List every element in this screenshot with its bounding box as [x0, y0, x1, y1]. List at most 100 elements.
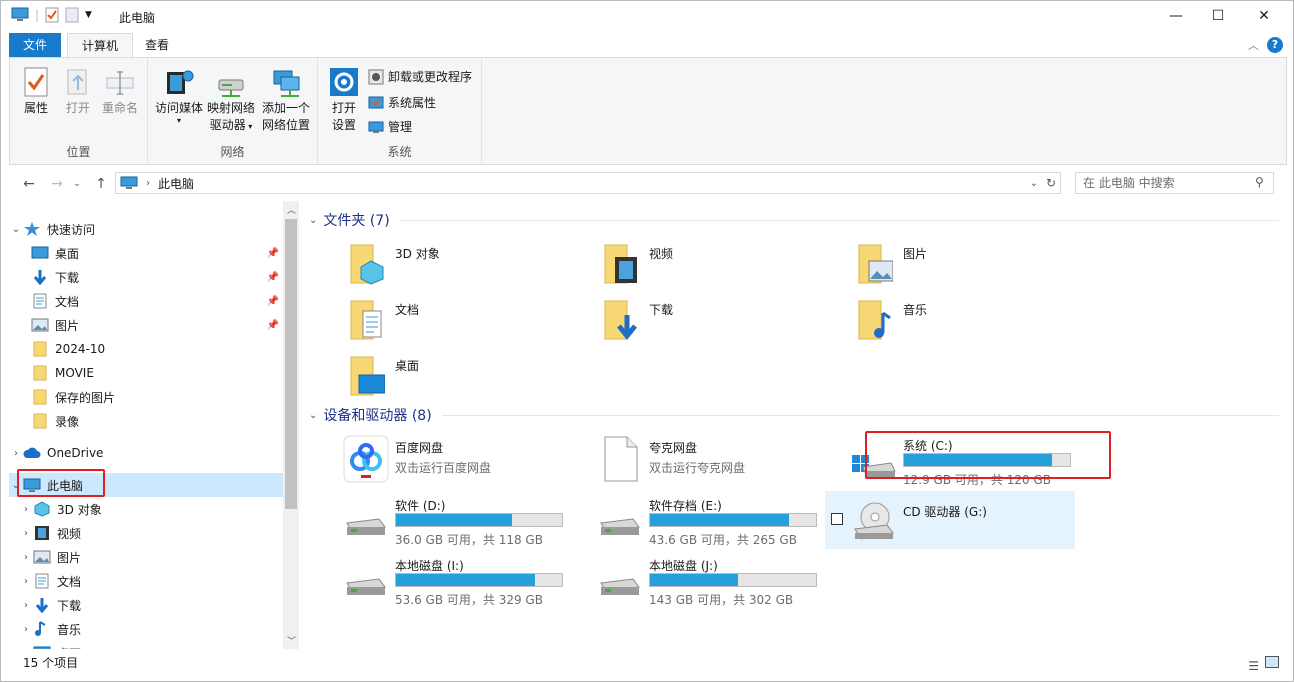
status-bar: 15 个项目 ☰ — [9, 653, 1287, 675]
search-input[interactable]: 在 此电脑 中搜索 — [1075, 172, 1274, 194]
folder-documents[interactable]: 文档 — [349, 295, 589, 345]
chevron-right-icon[interactable]: › — [19, 576, 33, 587]
forward-button[interactable]: → — [47, 174, 67, 194]
drive-e[interactable]: 软件存档 (E:) 43.6 GB 可用，共 265 GB — [597, 491, 847, 547]
app-quark-netdisk[interactable]: 夸克网盘 双击运行夸克网盘 — [597, 433, 847, 489]
nav-item-folder-2024-10[interactable]: 2024-10 — [9, 337, 283, 361]
folder-videos[interactable]: 视频 — [603, 239, 843, 289]
chevron-right-icon[interactable]: › — [9, 448, 23, 459]
drive-d[interactable]: 软件 (D:) 36.0 GB 可用，共 118 GB — [343, 491, 593, 547]
map-network-drive-button[interactable]: 映射网络 驱动器 ▾ — [206, 66, 256, 135]
nav-onedrive[interactable]: › OneDrive — [9, 441, 283, 465]
folder-desktop[interactable]: 桌面 — [349, 351, 589, 401]
drive-i[interactable]: 本地磁盘 (I:) 53.6 GB 可用，共 329 GB — [343, 551, 593, 607]
pin-icon[interactable]: 📌 — [267, 248, 279, 259]
folder-documents-icon — [350, 300, 382, 340]
media-icon — [167, 70, 194, 94]
scrollbar-thumb[interactable] — [285, 219, 297, 509]
drive-g-cd[interactable]: CD 驱动器 (G:) — [825, 491, 1075, 549]
section-divider — [441, 414, 1279, 416]
drive-i-usage-fill — [396, 574, 536, 586]
ribbon-tabs: 文件 计算机 查看 ︿ ? — [1, 31, 1293, 58]
pin-icon[interactable]: 📌 — [267, 272, 279, 283]
navigation-scrollbar[interactable]: ︿ ﹀ — [283, 201, 299, 649]
nav-pc-videos[interactable]: › 视频 — [9, 521, 283, 545]
highlight-box-this-pc — [17, 469, 105, 497]
nav-item-desktop[interactable]: 桌面 📌 — [9, 241, 283, 265]
properties-qat-icon[interactable] — [45, 7, 59, 23]
scroll-down-icon[interactable]: ﹀ — [287, 634, 296, 647]
open-button[interactable]: 打开 — [60, 66, 96, 117]
recent-locations-icon[interactable]: ⌄ — [67, 174, 87, 194]
chevron-right-icon[interactable]: › — [19, 504, 33, 515]
chevron-right-icon[interactable]: › — [19, 528, 33, 539]
section-header-devices[interactable]: ⌄ 设备和驱动器 (8) — [309, 404, 1279, 426]
chevron-down-icon[interactable]: ⌄ — [309, 215, 317, 226]
help-icon[interactable]: ? — [1267, 37, 1283, 53]
address-bar[interactable]: › 此电脑 ⌄ ↻ — [115, 172, 1061, 194]
search-icon[interactable]: ⚲ — [1255, 175, 1264, 189]
scroll-up-icon[interactable]: ︿ — [287, 203, 296, 216]
minimize-button[interactable]: — — [1153, 1, 1199, 31]
chevron-right-icon[interactable]: › — [19, 624, 33, 635]
settings-gear-icon — [330, 68, 358, 96]
details-view-icon[interactable]: ☰ — [1248, 656, 1259, 676]
chevron-right-icon[interactable]: › — [19, 648, 33, 650]
window-title: 此电脑 — [119, 11, 156, 25]
section-header-folders[interactable]: ⌄ 文件夹 (7) — [309, 209, 1279, 231]
system-properties-button[interactable]: 系统属性 — [368, 94, 436, 111]
close-button[interactable]: ✕ — [1241, 1, 1287, 31]
chevron-down-icon[interactable]: ⌄ — [309, 410, 317, 421]
folder-3d-objects[interactable]: 3D 对象 — [349, 239, 589, 289]
nav-pc-music[interactable]: › 音乐 — [9, 617, 283, 641]
rename-button[interactable]: 重命名 — [98, 66, 142, 117]
nav-quick-access[interactable]: ⌄ 快速访问 — [9, 217, 283, 241]
chevron-right-icon[interactable]: › — [19, 552, 33, 563]
open-settings-button[interactable]: 打开 设置 — [326, 66, 362, 134]
address-dropdown-icon[interactable]: ⌄ — [1030, 178, 1038, 189]
nav-item-pictures[interactable]: 图片 📌 — [9, 313, 283, 337]
breadcrumb-this-pc[interactable]: 此电脑 — [158, 175, 194, 192]
folder-pictures[interactable]: 图片 — [857, 239, 1097, 289]
folder-downloads[interactable]: 下载 — [603, 295, 843, 345]
up-button[interactable]: ↑ — [91, 174, 111, 194]
pin-icon[interactable]: 📌 — [267, 296, 279, 307]
nav-pc-downloads[interactable]: › 下载 — [9, 593, 283, 617]
nav-item-documents[interactable]: 文档 📌 — [9, 289, 283, 313]
properties-button[interactable]: 属性 — [18, 66, 54, 117]
folder-icon — [33, 389, 47, 405]
pin-icon[interactable]: 📌 — [267, 320, 279, 331]
document-icon — [35, 573, 49, 589]
tab-computer[interactable]: 计算机 — [67, 33, 134, 58]
selection-checkbox[interactable] — [831, 513, 843, 525]
access-media-button[interactable]: 访问媒体 ▾ — [154, 66, 204, 125]
chevron-down-icon[interactable]: ⌄ — [9, 224, 23, 235]
app-baidu-netdisk[interactable]: 百度网盘 双击运行百度网盘 — [343, 433, 593, 489]
tab-view[interactable]: 查看 — [131, 33, 183, 57]
tab-file[interactable]: 文件 — [9, 33, 62, 57]
qat-dropdown-icon[interactable]: ▼ — [85, 10, 92, 20]
chevron-right-icon[interactable]: › — [19, 600, 33, 611]
nav-item-folder-saved-pictures[interactable]: 保存的图片 — [9, 385, 283, 409]
uninstall-programs-button[interactable]: 卸载或更改程序 — [368, 68, 472, 85]
breadcrumb-separator[interactable]: › — [146, 178, 150, 189]
nav-item-folder-recordings[interactable]: 录像 — [9, 409, 283, 433]
manage-button[interactable]: 管理 — [368, 118, 412, 135]
collapse-ribbon-icon[interactable]: ︿ — [1248, 37, 1259, 53]
nav-pc-documents[interactable]: › 文档 — [9, 569, 283, 593]
new-folder-qat-icon[interactable] — [65, 7, 79, 23]
nav-pc-desktop[interactable]: › 桌面 — [9, 641, 283, 649]
nav-item-downloads[interactable]: 下载 📌 — [9, 265, 283, 289]
picture-icon — [31, 318, 49, 332]
nav-pc-pictures[interactable]: › 图片 — [9, 545, 283, 569]
folder-music[interactable]: 音乐 — [857, 295, 1097, 345]
nav-item-folder-movie[interactable]: MOVIE — [9, 361, 283, 385]
drive-j[interactable]: 本地磁盘 (J:) 143 GB 可用，共 302 GB — [597, 551, 847, 607]
add-network-location-button[interactable]: 添加一个 网络位置 — [260, 66, 312, 134]
nav-pc-3d-objects[interactable]: › 3D 对象 — [9, 497, 283, 521]
back-button[interactable]: ← — [19, 174, 39, 194]
large-icons-view-icon[interactable] — [1265, 656, 1279, 668]
cube-icon — [34, 501, 50, 517]
maximize-button[interactable]: ☐ — [1195, 1, 1241, 31]
refresh-icon[interactable]: ↻ — [1046, 176, 1056, 190]
